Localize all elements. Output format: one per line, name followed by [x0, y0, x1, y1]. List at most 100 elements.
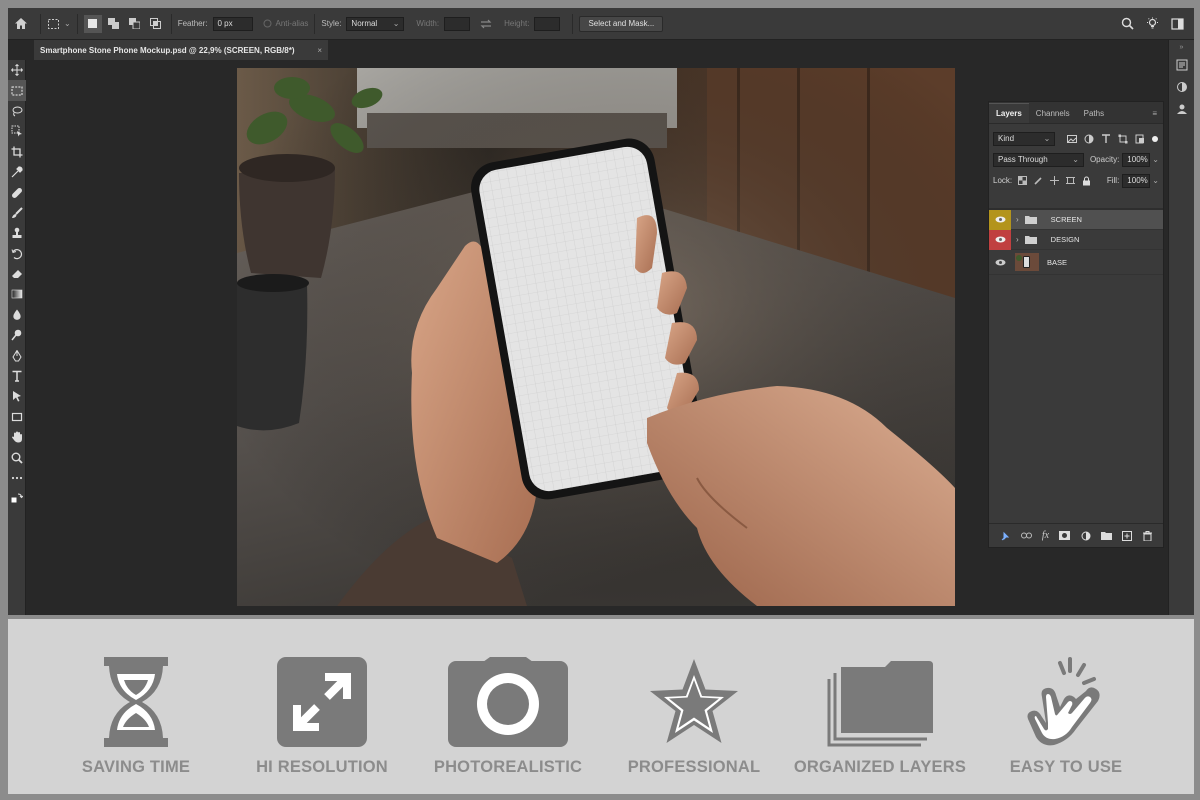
subtract-selection-button[interactable]	[126, 15, 144, 33]
chevron-down-icon: ⌄	[392, 19, 400, 28]
search-icon[interactable]	[1121, 17, 1134, 30]
stamp-tool[interactable]	[8, 223, 26, 243]
blur-tool[interactable]	[8, 305, 26, 325]
new-layer-icon[interactable]	[1122, 530, 1133, 541]
color-swap-button[interactable]	[8, 488, 26, 508]
feature-label: EASY TO USE	[1009, 758, 1123, 776]
lock-artboard-icon[interactable]	[1066, 176, 1076, 185]
filter-smart-object-icon[interactable]	[1135, 134, 1145, 144]
hand-tool[interactable]	[8, 427, 26, 447]
chevron-right-icon[interactable]: ›	[1016, 215, 1019, 224]
move-tool[interactable]	[8, 60, 26, 80]
rectangle-tool[interactable]	[8, 407, 26, 427]
chevron-right-icon[interactable]: ›	[1016, 235, 1019, 244]
new-group-icon[interactable]	[1101, 531, 1113, 540]
close-icon[interactable]: ×	[317, 46, 322, 55]
lock-position-icon[interactable]	[1050, 175, 1060, 185]
dodge-tool[interactable]	[8, 325, 26, 345]
object-selection-tool[interactable]	[8, 121, 26, 141]
fill-input[interactable]: 100%	[1122, 173, 1151, 188]
history-panel-button[interactable]	[1169, 54, 1194, 76]
eyedropper-tool[interactable]	[8, 162, 26, 182]
camera-icon	[448, 657, 568, 747]
tab-channels[interactable]: Channels	[1029, 103, 1077, 123]
crop-icon	[11, 146, 23, 158]
home-button[interactable]	[8, 8, 34, 40]
features-band: SAVING TIME HI RESOLUTION PHOTOREALISTIC…	[8, 619, 1194, 794]
crop-tool[interactable]	[8, 142, 26, 162]
workspace-icon[interactable]	[1171, 17, 1184, 30]
layer-base[interactable]: BASE	[989, 250, 1163, 275]
tab-paths[interactable]: Paths	[1077, 103, 1111, 123]
filter-toggle-icon[interactable]	[1151, 135, 1159, 143]
filter-adjustment-icon[interactable]	[1084, 134, 1094, 144]
photoshop-window: ⌄ Feather: 0 px Anti-alias Style: Normal…	[8, 8, 1194, 615]
opacity-input[interactable]: 100%	[1122, 152, 1151, 167]
blend-mode-select[interactable]: Pass Through ⌄	[993, 152, 1084, 167]
healing-brush-tool[interactable]	[8, 182, 26, 202]
eye-icon	[995, 236, 1005, 243]
feature-professional: PROFESSIONAL	[604, 657, 784, 776]
panel-menu-icon[interactable]: ≡	[1146, 103, 1163, 123]
filter-kind-select[interactable]: Kind ⌄	[993, 131, 1056, 146]
type-tool[interactable]	[8, 366, 26, 386]
lock-all-icon[interactable]	[1082, 176, 1091, 186]
feather-input[interactable]: 0 px	[212, 16, 253, 31]
feature-organized-layers: ORGANIZED LAYERS	[790, 657, 970, 776]
intersect-selection-button[interactable]	[147, 15, 165, 33]
antialias-label: Anti-alias	[275, 19, 309, 28]
layer-design[interactable]: › DESIGN	[989, 229, 1163, 250]
pen-tool[interactable]	[8, 345, 26, 365]
layer-screen[interactable]: › SCREEN	[989, 209, 1163, 230]
new-selection-icon	[88, 19, 98, 28]
marquee-preset-button[interactable]: ⌄	[47, 8, 71, 40]
add-selection-button[interactable]	[105, 15, 123, 33]
brush-tool[interactable]	[8, 203, 26, 223]
visibility-toggle[interactable]	[989, 229, 1011, 250]
antialias-checkbox[interactable]	[263, 19, 272, 28]
link-icon[interactable]	[1020, 532, 1032, 539]
document-canvas[interactable]	[237, 68, 955, 606]
width-input[interactable]	[444, 16, 471, 31]
lightbulb-icon[interactable]	[1146, 17, 1159, 30]
mask-icon[interactable]	[1059, 531, 1071, 540]
chevron-down-icon: ⌄	[64, 19, 71, 28]
filter-pixel-icon[interactable]	[1067, 134, 1078, 144]
select-and-mask-button[interactable]: Select and Mask...	[579, 15, 664, 32]
new-selection-button[interactable]	[83, 14, 102, 33]
filter-type-icon[interactable]	[1101, 133, 1111, 144]
tools-panel	[8, 60, 26, 615]
eyedropper-icon	[11, 166, 23, 178]
hand-icon	[12, 431, 22, 443]
chevron-down-icon[interactable]: ⌄	[1152, 155, 1159, 164]
height-input[interactable]	[534, 16, 561, 31]
intersect-selection-icon	[150, 18, 162, 29]
eraser-tool[interactable]	[8, 264, 26, 284]
path-selection-tool[interactable]	[8, 386, 26, 406]
style-select[interactable]: Normal ⌄	[346, 16, 405, 31]
collapse-icon[interactable]: »	[1169, 40, 1194, 54]
libraries-panel-button[interactable]	[1169, 98, 1194, 120]
adjustments-icon	[1176, 82, 1187, 92]
gradient-tool[interactable]	[8, 284, 26, 304]
lock-pixels-icon[interactable]	[1034, 176, 1043, 185]
chevron-down-icon[interactable]: ⌄	[1152, 176, 1159, 185]
trash-icon[interactable]	[1142, 530, 1152, 541]
document-tab[interactable]: Smartphone Stone Phone Mockup.psd @ 22,9…	[34, 40, 328, 60]
zoom-tool[interactable]	[8, 447, 26, 467]
more-tools-button[interactable]	[8, 468, 26, 488]
lasso-tool[interactable]	[8, 101, 26, 121]
properties-panel-button[interactable]	[1169, 76, 1194, 98]
swap-dimensions-button[interactable]	[480, 8, 492, 40]
visibility-toggle[interactable]	[989, 250, 1011, 275]
tab-layers[interactable]: Layers	[989, 103, 1029, 123]
marquee-tool[interactable]	[8, 80, 26, 101]
path-select-icon	[13, 391, 21, 402]
visibility-toggle[interactable]	[989, 209, 1011, 230]
pin-icon[interactable]	[1000, 531, 1010, 541]
filter-shape-icon[interactable]	[1118, 134, 1128, 144]
adjustment-layer-icon[interactable]	[1081, 531, 1091, 541]
lock-transparency-icon[interactable]	[1018, 175, 1028, 185]
fx-icon[interactable]: fx	[1042, 530, 1049, 541]
history-brush-tool[interactable]	[8, 244, 26, 264]
